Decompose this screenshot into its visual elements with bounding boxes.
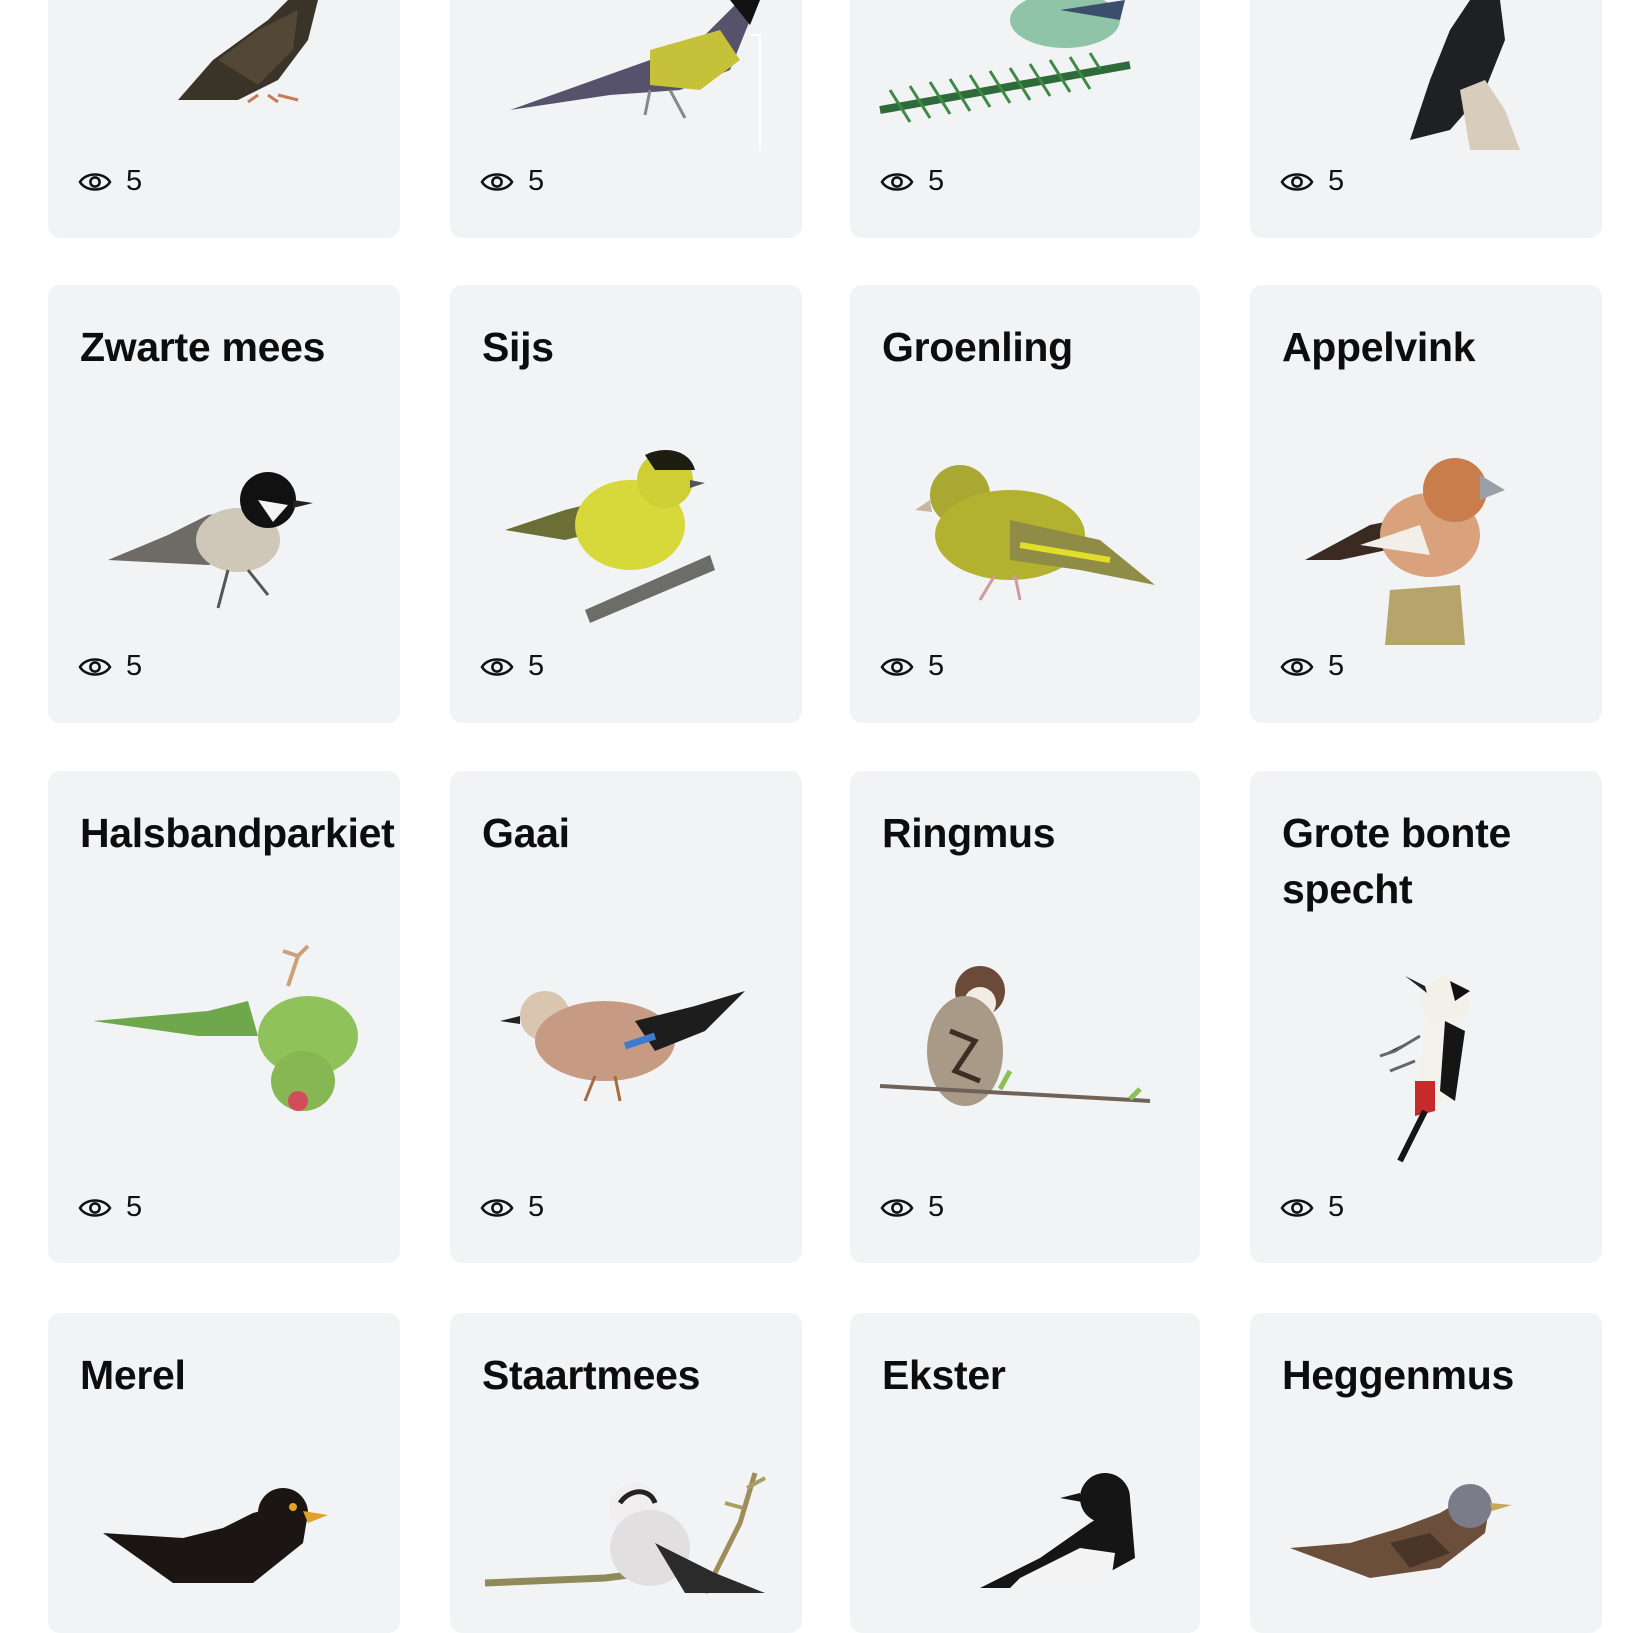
view-count-value: 5 bbox=[126, 1191, 143, 1223]
bird-card[interactable]: 5 bbox=[850, 0, 1200, 238]
bird-name: Groenling bbox=[882, 324, 1073, 370]
view-count: 5 bbox=[880, 650, 944, 683]
eye-icon bbox=[480, 655, 514, 679]
bird-image bbox=[1390, 0, 1530, 150]
eye-icon bbox=[480, 170, 514, 194]
bird-card[interactable]: Ringmus 5 bbox=[850, 771, 1200, 1263]
bird-image bbox=[960, 1468, 1140, 1588]
eye-icon bbox=[1280, 170, 1314, 194]
bird-card[interactable]: Heggenmus bbox=[1250, 1313, 1602, 1633]
eye-icon bbox=[78, 655, 112, 679]
bird-card[interactable]: Ekster bbox=[850, 1313, 1200, 1633]
view-count-value: 5 bbox=[1328, 165, 1345, 197]
bird-image bbox=[500, 0, 780, 150]
view-count: 5 bbox=[480, 165, 544, 198]
view-count: 5 bbox=[480, 650, 544, 683]
view-count: 5 bbox=[78, 165, 142, 198]
view-count: 5 bbox=[1280, 1191, 1344, 1224]
eye-icon bbox=[480, 1196, 514, 1220]
view-count: 5 bbox=[1280, 650, 1344, 683]
bird-image bbox=[118, 0, 348, 110]
view-count-value: 5 bbox=[528, 650, 545, 682]
bird-card[interactable]: Merel bbox=[48, 1313, 400, 1633]
view-count-value: 5 bbox=[1328, 1191, 1345, 1223]
bird-name: Ringmus bbox=[882, 810, 1056, 856]
bird-name: Appelvink bbox=[1282, 324, 1476, 370]
eye-icon bbox=[1280, 1196, 1314, 1220]
eye-icon bbox=[880, 1196, 914, 1220]
view-count-value: 5 bbox=[1328, 650, 1345, 682]
bird-image bbox=[1300, 445, 1505, 645]
bird-name: Gaai bbox=[482, 810, 570, 856]
bird-name: Sijs bbox=[482, 324, 554, 370]
view-count: 5 bbox=[78, 650, 142, 683]
view-count: 5 bbox=[1280, 165, 1344, 198]
view-count-value: 5 bbox=[528, 1191, 545, 1223]
view-count-value: 5 bbox=[928, 165, 945, 197]
bird-card[interactable]: Grote bonte specht 5 bbox=[1250, 771, 1602, 1263]
bird-name: Grote bonte specht bbox=[1282, 810, 1512, 912]
bird-name: Ekster bbox=[882, 1352, 1006, 1398]
bird-image bbox=[1290, 1478, 1520, 1588]
bird-name: Staartmees bbox=[482, 1352, 701, 1398]
bird-card[interactable]: Staartmees bbox=[450, 1313, 802, 1633]
eye-icon bbox=[78, 1196, 112, 1220]
eye-icon bbox=[880, 655, 914, 679]
view-count: 5 bbox=[880, 165, 944, 198]
bird-name: Heggenmus bbox=[1282, 1352, 1514, 1398]
view-count-value: 5 bbox=[928, 650, 945, 682]
bird-card[interactable]: Zwarte mees 5 bbox=[48, 285, 400, 723]
bird-card[interactable]: 5 bbox=[48, 0, 400, 238]
bird-name: Halsbandparkiet bbox=[80, 810, 395, 856]
bird-image bbox=[88, 941, 358, 1121]
bird-card[interactable]: 5 bbox=[1250, 0, 1602, 238]
view-count: 5 bbox=[480, 1191, 544, 1224]
bird-image bbox=[495, 981, 755, 1111]
view-count-value: 5 bbox=[126, 165, 143, 197]
bird-image bbox=[108, 460, 328, 620]
bird-image bbox=[484, 1463, 775, 1595]
eye-icon bbox=[880, 170, 914, 194]
bird-image bbox=[103, 1483, 333, 1593]
bird-card[interactable]: Appelvink 5 bbox=[1250, 285, 1602, 723]
eye-icon bbox=[1280, 655, 1314, 679]
bird-name: Zwarte mees bbox=[80, 324, 326, 370]
bird-card[interactable]: Gaai 5 bbox=[450, 771, 802, 1263]
bird-card[interactable]: Groenling 5 bbox=[850, 285, 1200, 723]
bird-card[interactable]: Sijs 5 bbox=[450, 285, 802, 723]
view-count: 5 bbox=[880, 1191, 944, 1224]
view-count: 5 bbox=[78, 1191, 142, 1224]
bird-image bbox=[505, 445, 715, 625]
bird-card[interactable]: Halsbandparkiet 5 bbox=[48, 771, 400, 1263]
bird-image bbox=[879, 0, 1140, 123]
bird-image bbox=[910, 460, 1160, 620]
eye-icon bbox=[78, 170, 112, 194]
view-count-value: 5 bbox=[928, 1191, 945, 1223]
bird-name: Merel bbox=[80, 1352, 186, 1398]
bird-image bbox=[879, 961, 1160, 1131]
bird-image bbox=[1355, 971, 1485, 1171]
bird-card[interactable]: 5 bbox=[450, 0, 802, 238]
view-count-value: 5 bbox=[126, 650, 143, 682]
view-count-value: 5 bbox=[528, 165, 545, 197]
